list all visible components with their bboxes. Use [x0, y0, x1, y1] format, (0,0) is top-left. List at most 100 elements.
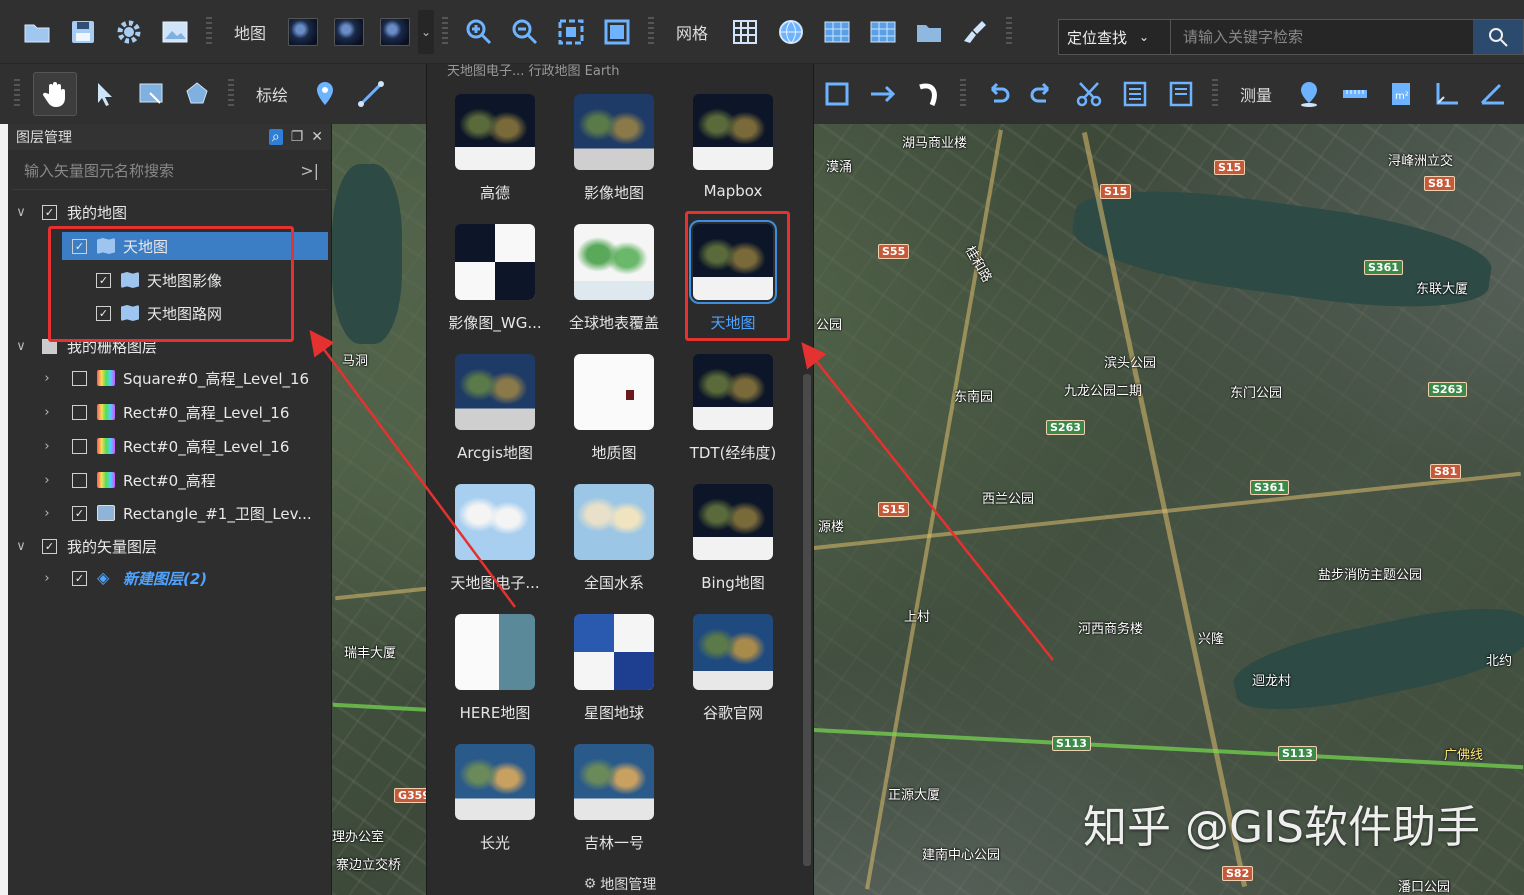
scrollbar[interactable]: [803, 374, 811, 866]
panel-search-icon[interactable]: ⌕: [268, 129, 283, 145]
image-icon[interactable]: [157, 14, 193, 50]
close-icon[interactable]: ✕: [311, 129, 323, 145]
placemark-icon[interactable]: [307, 76, 343, 112]
map-manage-button[interactable]: ⚙ 地图管理: [427, 873, 813, 895]
save-icon[interactable]: [65, 14, 101, 50]
basemap-option-google[interactable]: 谷歌官网: [677, 608, 789, 728]
zoom-out-icon[interactable]: [507, 14, 543, 50]
layer-checkbox[interactable]: [72, 472, 87, 488]
basemap-option-here[interactable]: HERE地图: [439, 608, 551, 728]
tree-row-tianditu-roads[interactable]: ✓ 天地图路网: [8, 299, 326, 327]
tree-row-vector-group[interactable]: ∨ ✓ 我的矢量图层: [8, 532, 326, 560]
float-window-icon[interactable]: ❐: [291, 129, 304, 145]
tree-row-tianditu-imagery[interactable]: ✓ 天地图影像: [8, 266, 326, 294]
clear-brush-icon[interactable]: [957, 14, 993, 50]
measure-height-icon[interactable]: [1429, 76, 1465, 112]
basemap-option-landcover[interactable]: 全球地表覆盖: [558, 218, 670, 338]
layer-checkbox[interactable]: [72, 438, 87, 454]
collapse-panel-icon[interactable]: >|: [300, 161, 319, 180]
basemap-thumb-2[interactable]: [334, 17, 365, 46]
measure-angle-icon[interactable]: [1475, 76, 1511, 112]
basemap-option-mapbox[interactable]: Mapbox: [677, 88, 789, 208]
basemap-option-jilin1[interactable]: 吉林一号: [558, 738, 670, 858]
layer-checkbox[interactable]: ✓: [72, 238, 87, 254]
measure-distance-icon[interactable]: [1337, 76, 1373, 112]
full-extent-icon[interactable]: [599, 14, 635, 50]
basemap-dropdown-button[interactable]: ⌄: [418, 9, 435, 54]
box-select-icon[interactable]: [133, 76, 169, 112]
basemap-option-geology[interactable]: 地质图: [558, 348, 670, 468]
basemap-option-tianditu[interactable]: 天地图: [677, 218, 789, 338]
chevron-right-icon[interactable]: ›: [40, 571, 54, 586]
undo-icon[interactable]: [979, 76, 1015, 112]
grid-folder-icon[interactable]: [911, 14, 947, 50]
search-button[interactable]: [1473, 20, 1523, 54]
basemap-option-wgs-imagery[interactable]: 影像图_WG...: [439, 218, 551, 338]
road-badge: S113: [1052, 736, 1091, 751]
layer-checkbox[interactable]: ✓: [72, 570, 87, 586]
tree-row-raster-3[interactable]: › Rect#0_高程_Level_16: [8, 432, 326, 460]
measure-point-icon[interactable]: [1291, 76, 1327, 112]
tree-row-raster-2[interactable]: › Rect#0_高程_Level_16: [8, 398, 326, 426]
tree-row-new-layer[interactable]: › ✓ ◈ 新建图层(2): [8, 564, 326, 592]
basemap-option-tdt-lnglat[interactable]: TDT(经纬度): [677, 348, 789, 468]
draw-arrow-icon[interactable]: [865, 76, 901, 112]
polygon-select-icon[interactable]: [179, 76, 215, 112]
tree-row-raster-5[interactable]: › ✓ Rectangle_#1_卫图_Lev...: [8, 499, 326, 527]
basemap-option-geovis[interactable]: 星图地球: [558, 608, 670, 728]
basemap-option-arcgis[interactable]: Arcgis地图: [439, 348, 551, 468]
layer-checkbox[interactable]: ✓: [96, 272, 111, 288]
select-arrow-icon[interactable]: [87, 76, 123, 112]
location-search-input[interactable]: [1171, 20, 1473, 54]
basemap-thumbnail: [574, 614, 654, 690]
basemap-thumb-1[interactable]: [288, 17, 319, 46]
paste-doc-icon[interactable]: [1163, 76, 1199, 112]
expand-chevron-icon[interactable]: ∨: [14, 339, 28, 354]
basemap-option-imagery[interactable]: 影像地图: [558, 88, 670, 208]
layer-checkbox[interactable]: ✓: [96, 305, 111, 321]
draw-curve-icon[interactable]: [911, 76, 947, 112]
chevron-right-icon[interactable]: ›: [40, 439, 54, 454]
draw-rectangle-icon[interactable]: [819, 76, 855, 112]
basemap-option-tianditu-vector[interactable]: 天地图电子...: [439, 478, 551, 598]
km-grid-icon[interactable]: [819, 14, 855, 50]
redo-icon[interactable]: [1025, 76, 1061, 112]
basemap-thumb-3[interactable]: [380, 17, 411, 46]
basemap-option-changguang[interactable]: 长光: [439, 738, 551, 858]
expand-chevron-icon[interactable]: ∨: [14, 539, 28, 554]
zoom-extent-icon[interactable]: [553, 14, 589, 50]
settings-gear-icon[interactable]: [111, 14, 147, 50]
basemap-option-water[interactable]: 全国水系: [558, 478, 670, 598]
layer-checkbox[interactable]: [42, 338, 57, 354]
layer-checkbox[interactable]: [72, 404, 87, 420]
globe-lnglat-icon[interactable]: [773, 14, 809, 50]
measure-area-icon[interactable]: m²: [1383, 76, 1419, 112]
tree-row-raster-1[interactable]: › Square#0_高程_Level_16: [8, 364, 326, 392]
search-scope-select[interactable]: 定位查找 ⌄: [1059, 20, 1171, 54]
grid-icon[interactable]: [727, 14, 763, 50]
tree-row-raster-group[interactable]: ∨ 我的栅格图层: [8, 332, 326, 360]
basemap-thumbnail: [574, 744, 654, 820]
chevron-right-icon[interactable]: ›: [40, 371, 54, 386]
tree-row-raster-4[interactable]: › Rect#0_高程: [8, 466, 326, 494]
layer-checkbox[interactable]: ✓: [72, 505, 87, 521]
chevron-right-icon[interactable]: ›: [40, 506, 54, 521]
layer-checkbox[interactable]: [72, 370, 87, 386]
chevron-right-icon[interactable]: ›: [40, 473, 54, 488]
chevron-right-icon[interactable]: ›: [40, 405, 54, 420]
layer-search-input[interactable]: [12, 161, 301, 180]
layer-checkbox[interactable]: ✓: [42, 538, 57, 554]
open-folder-icon[interactable]: [19, 14, 55, 50]
basemap-option-gaode[interactable]: 高德: [439, 88, 551, 208]
tree-row-my-map[interactable]: ∨ ✓ 我的地图: [8, 198, 326, 226]
expand-chevron-icon[interactable]: ∨: [14, 205, 28, 220]
nm-grid-icon[interactable]: [865, 14, 901, 50]
tree-row-tianditu[interactable]: ✓ 天地图: [62, 232, 328, 260]
draw-line-icon[interactable]: [353, 76, 389, 112]
cut-scissors-icon[interactable]: [1071, 76, 1107, 112]
basemap-option-bing[interactable]: Bing地图: [677, 478, 789, 598]
pan-hand-icon[interactable]: [33, 72, 77, 116]
layer-checkbox[interactable]: ✓: [42, 204, 57, 220]
copy-doc-icon[interactable]: [1117, 76, 1153, 112]
zoom-in-icon[interactable]: [461, 14, 497, 50]
